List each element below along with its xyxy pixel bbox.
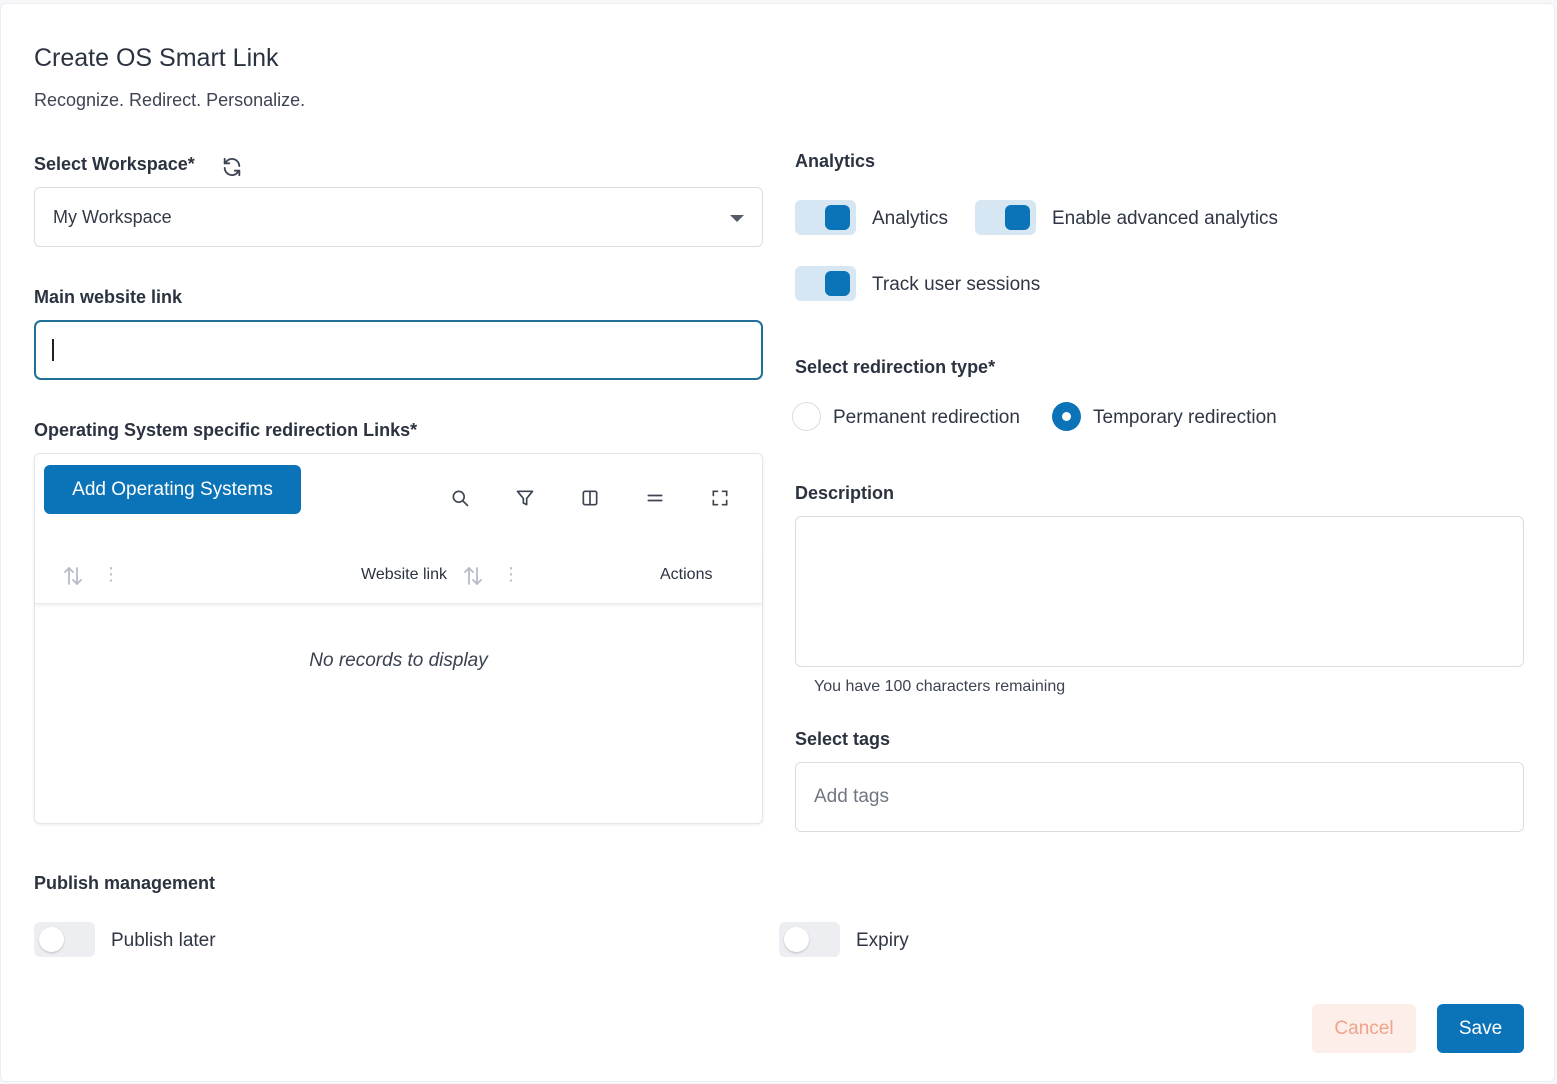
page-subtitle: Recognize. Redirect. Personalize. [34,90,306,110]
main-link-input[interactable] [36,322,761,378]
advanced-analytics-toggle-label: Enable advanced analytics [1052,208,1279,229]
toggle-knob [825,205,850,230]
columns-icon[interactable] [577,485,603,511]
toggle-knob [825,271,850,296]
description-helper-text: You have 100 characters remaining [814,678,1066,695]
toggle-knob [1005,205,1030,230]
temporary-redirection-radio[interactable] [1052,402,1081,431]
description-field[interactable] [795,516,1524,667]
track-sessions-toggle[interactable] [795,266,856,301]
analytics-toggle-label: Analytics [872,208,949,229]
permanent-redirection-radio[interactable] [792,402,821,431]
main-link-field[interactable] [34,320,763,380]
publish-management-label: Publish management [34,873,216,893]
tags-label: Select tags [795,729,891,749]
empty-state-text: No records to display [309,650,488,671]
expiry-toggle[interactable] [779,922,840,957]
column-menu-icon[interactable]: ⋮ [502,565,520,583]
table-header: ⋮ Website link ⋮ Actions [35,552,762,604]
description-textarea[interactable] [796,517,1523,666]
main-link-label: Main website link [34,287,183,307]
create-smart-link-card: Create OS Smart Link Recognize. Redirect… [0,3,1555,1082]
density-icon[interactable] [642,485,668,511]
column-website-link[interactable]: Website link [361,566,447,584]
refresh-icon[interactable] [221,156,243,178]
fullscreen-icon[interactable] [707,485,733,511]
page-title: Create OS Smart Link [34,44,279,72]
tags-input[interactable] [796,763,1523,831]
column-actions: Actions [660,566,713,583]
redirection-type-label: Select redirection type* [795,357,996,377]
publish-later-toggle[interactable] [34,922,95,957]
add-operating-systems-button[interactable]: Add Operating Systems [44,465,301,514]
workspace-label: Select Workspace* [34,154,195,175]
filter-icon[interactable] [512,485,538,511]
advanced-analytics-toggle[interactable] [975,200,1036,235]
tags-field[interactable] [795,762,1524,832]
save-button[interactable]: Save [1437,1004,1524,1053]
workspace-label-text: Select Workspace* [34,154,195,174]
os-links-table: Add Operating Systems ⋮ Website link ⋮ A… [34,453,763,824]
publish-later-label: Publish later [111,930,216,951]
expiry-label: Expiry [856,930,909,951]
workspace-select[interactable]: My Workspace [34,187,763,247]
os-links-label: Operating System specific redirection Li… [34,420,418,440]
permanent-redirection-label[interactable]: Permanent redirection [833,407,1020,429]
analytics-toggle[interactable] [795,200,856,235]
toggle-knob [39,927,64,952]
track-sessions-toggle-label: Track user sessions [872,274,1041,295]
description-label: Description [795,483,895,503]
cancel-button[interactable]: Cancel [1312,1004,1416,1053]
chevron-down-icon [730,215,744,222]
toggle-knob [784,927,809,952]
sort-icon[interactable] [463,565,483,592]
analytics-label: Analytics [795,151,876,171]
sort-icon[interactable] [63,565,83,592]
search-icon[interactable] [447,485,473,511]
text-cursor [52,339,54,361]
column-menu-icon[interactable]: ⋮ [102,565,120,583]
temporary-redirection-label[interactable]: Temporary redirection [1093,407,1277,429]
workspace-selected-value: My Workspace [53,206,172,227]
